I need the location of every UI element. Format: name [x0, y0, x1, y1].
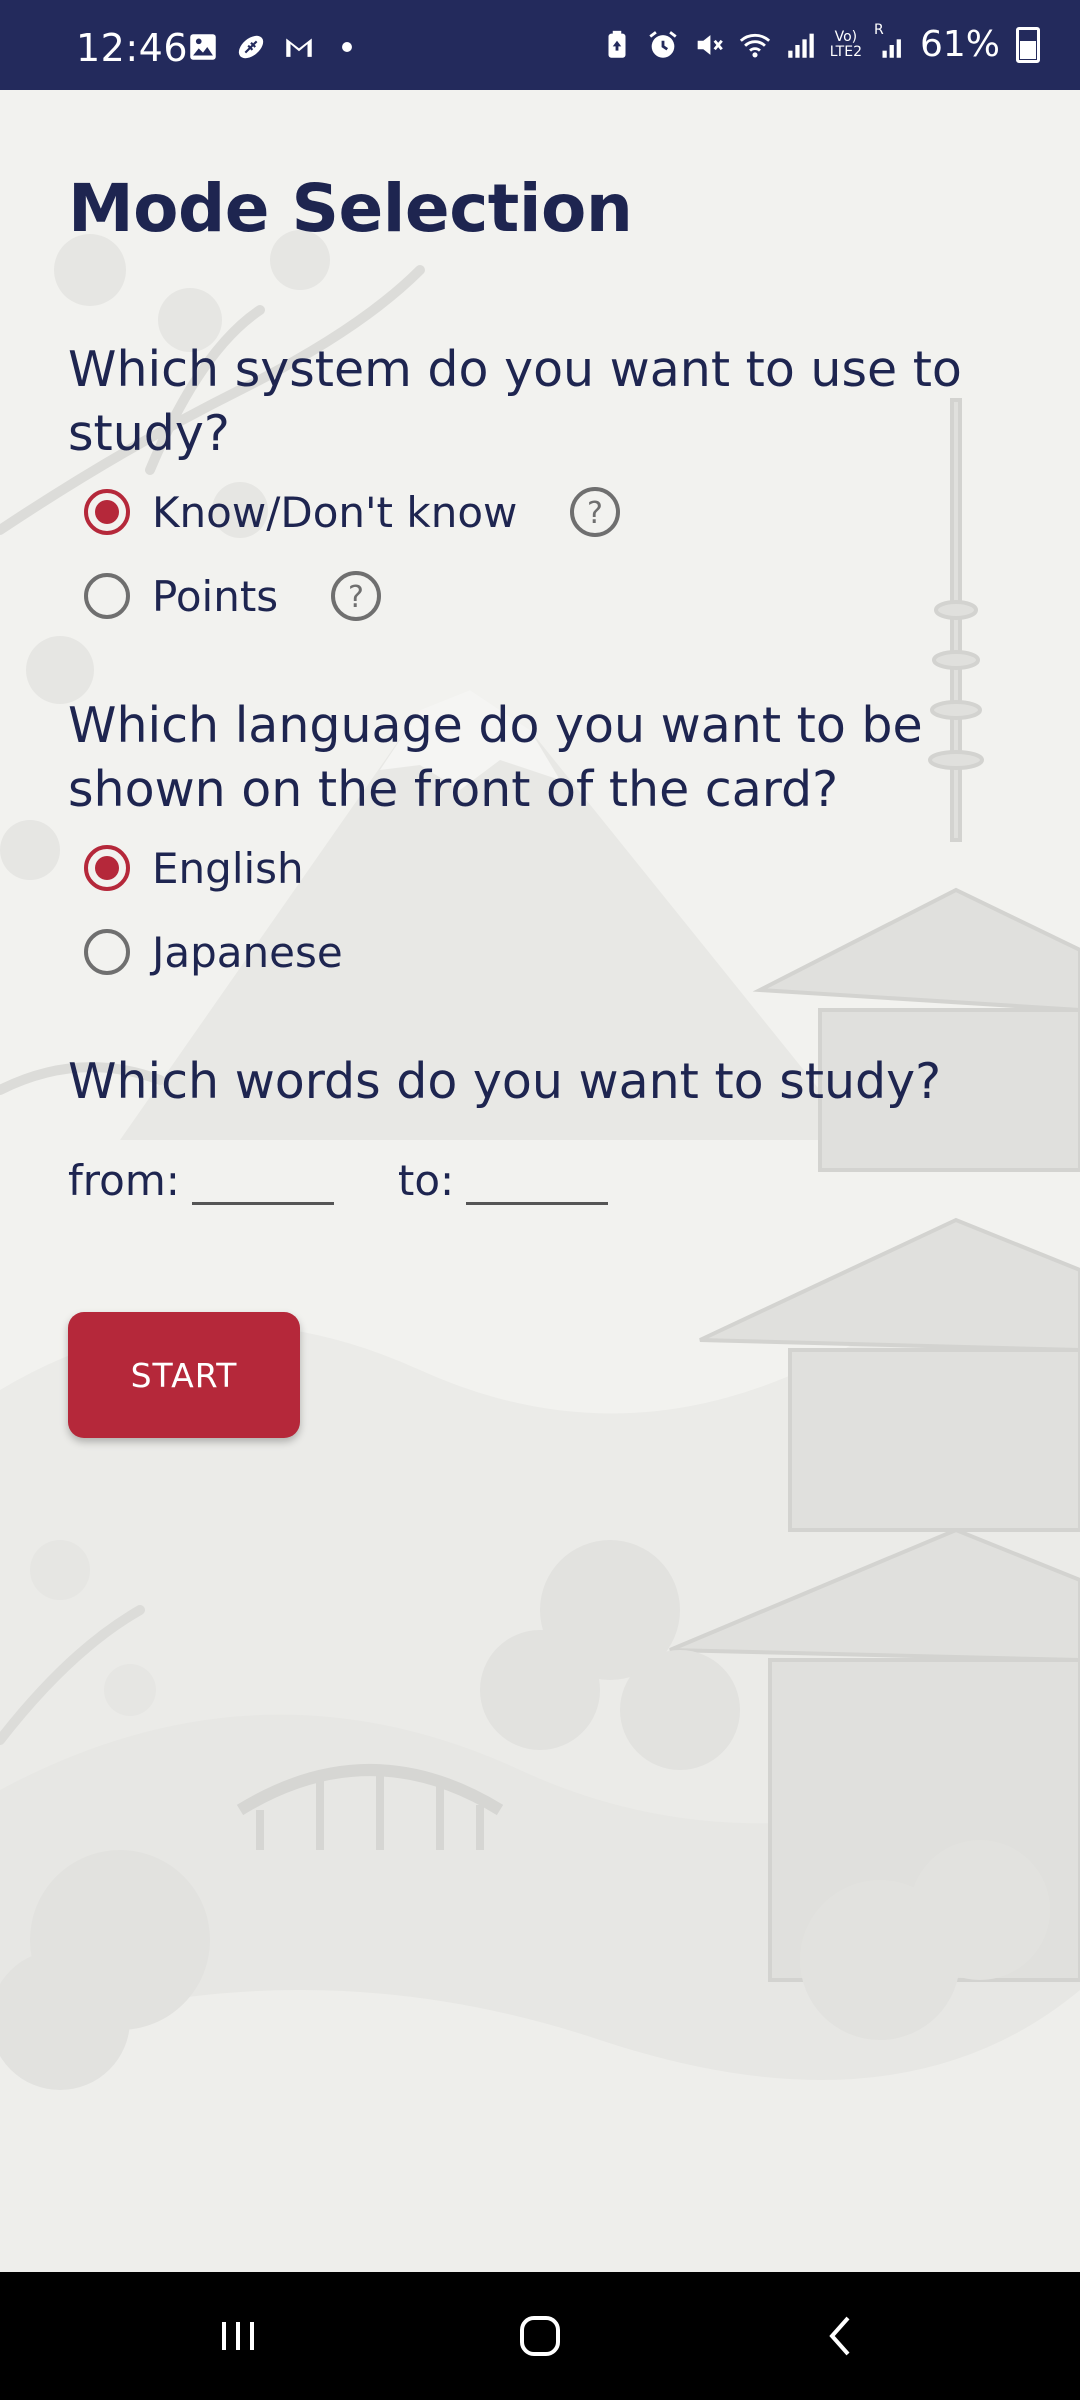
svg-text:?: ?: [348, 580, 364, 615]
start-button[interactable]: START: [68, 1312, 300, 1438]
help-icon[interactable]: ?: [330, 570, 382, 622]
roaming-label: R: [873, 21, 884, 38]
language-question: Which language do you want to be shown o…: [68, 697, 923, 818]
alarm-icon: [646, 28, 680, 62]
radio-button-unchecked[interactable]: [84, 573, 130, 619]
radio-button-checked[interactable]: [84, 489, 130, 535]
from-input[interactable]: [191, 1150, 334, 1205]
status-time: 12:46: [76, 26, 189, 70]
system-icons: Vo) LTE2 R 61%: [600, 22, 1040, 65]
words-question: Which words do you want to study?: [68, 1053, 942, 1110]
volte-top: Vo): [834, 28, 858, 45]
radio-english[interactable]: English: [84, 836, 304, 900]
dot-icon: [330, 30, 364, 64]
radio-label-points[interactable]: Points: [152, 572, 278, 621]
radio-points[interactable]: Points ?: [84, 564, 382, 628]
signal-roaming-icon: R: [874, 22, 908, 62]
radio-japanese[interactable]: Japanese: [84, 920, 343, 984]
svg-text:?: ?: [587, 496, 603, 531]
system-question: Which system do you want to use to study…: [68, 341, 962, 462]
back-icon[interactable]: [812, 2306, 872, 2366]
to-label: to:: [397, 1156, 455, 1205]
radio-label-english[interactable]: English: [152, 844, 304, 893]
gmail-icon: [282, 30, 316, 64]
radio-know-dont-know[interactable]: Know/Don't know ?: [84, 480, 621, 544]
page-title: Mode Selection: [68, 170, 633, 247]
status-bar: 12:46 Vo) LTE2 R 61%: [0, 0, 1080, 90]
battery-percent: 61%: [919, 24, 1000, 65]
mute-icon: [692, 28, 726, 62]
from-label: from:: [68, 1156, 180, 1205]
wifi-icon: [738, 28, 772, 62]
help-icon[interactable]: ?: [569, 486, 621, 538]
sports-icon: [234, 30, 268, 64]
radio-button-unchecked[interactable]: [84, 929, 130, 975]
word-range-row: from: to:: [68, 1150, 609, 1205]
volte-indicator: Vo) LTE2: [829, 28, 862, 60]
battery-saver-icon: [600, 28, 634, 62]
volte-bottom: LTE2: [829, 43, 862, 60]
radio-label-japanese[interactable]: Japanese: [152, 928, 343, 977]
recent-apps-icon[interactable]: [208, 2306, 268, 2366]
gallery-icon: [186, 30, 220, 64]
navigation-bar: [0, 2272, 1080, 2400]
radio-label-know-dont-know[interactable]: Know/Don't know: [152, 488, 517, 537]
battery-icon: [1016, 26, 1040, 63]
notification-icons: [186, 30, 364, 64]
radio-button-checked[interactable]: [84, 845, 130, 891]
signal-icon: [784, 28, 818, 62]
to-input[interactable]: [466, 1150, 609, 1205]
home-icon[interactable]: [510, 2306, 570, 2366]
